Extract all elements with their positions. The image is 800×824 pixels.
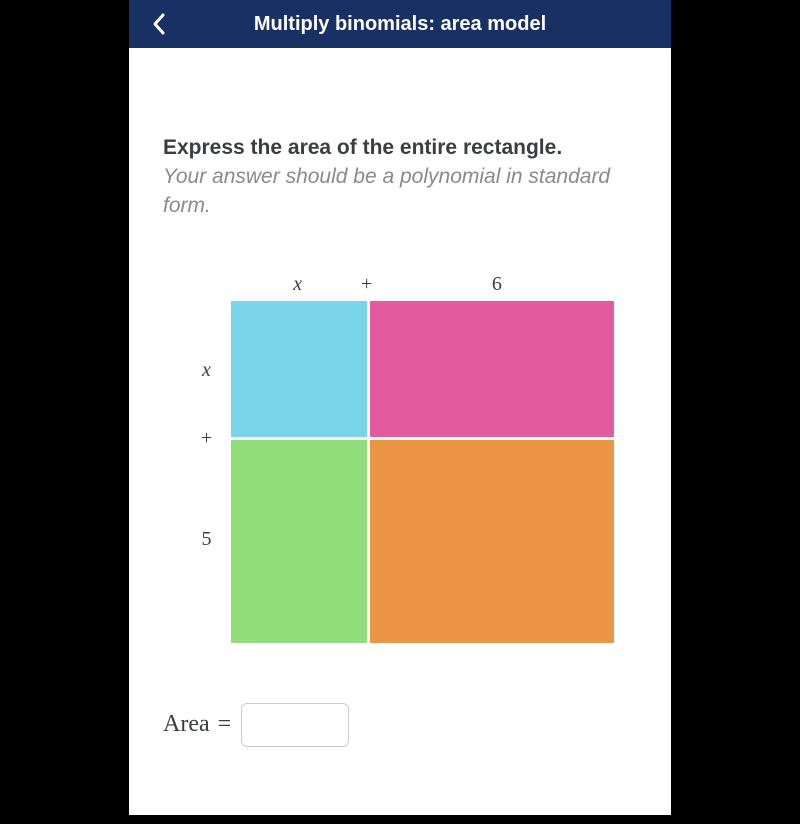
row-label-5: 5: [183, 438, 231, 641]
row-label-x: x: [183, 302, 231, 438]
question-prompt: Express the area of the entire rectangle…: [163, 134, 637, 161]
answer-input[interactable]: [241, 703, 349, 747]
rectangle-grid: [231, 301, 614, 643]
cell-bottom-left: [231, 440, 367, 643]
area-model-diagram: x + 6 x + 5: [163, 273, 637, 643]
col-label-6: 6: [376, 273, 617, 301]
grid-area: x + 5: [183, 301, 618, 643]
cell-bottom-right: [370, 440, 614, 643]
chevron-left-icon: [151, 12, 167, 36]
diagram-container: x + 6 x + 5: [183, 273, 618, 643]
app-frame: Multiply binomials: area model Express t…: [129, 0, 671, 815]
cell-top-right: [370, 301, 614, 437]
area-label: Area: [163, 711, 210, 738]
answer-row: Area =: [163, 703, 637, 747]
cell-top-left: [231, 301, 367, 437]
row-labels: x + 5: [183, 301, 231, 643]
column-labels: x + 6: [231, 273, 618, 301]
back-button[interactable]: [145, 10, 173, 38]
equals-sign: =: [218, 711, 232, 738]
header-bar: Multiply binomials: area model: [129, 0, 671, 48]
question-subtext: Your answer should be a polynomial in st…: [163, 163, 637, 220]
question-block: Express the area of the entire rectangle…: [163, 134, 637, 220]
col-label-plus: +: [361, 273, 372, 301]
header-title: Multiply binomials: area model: [145, 13, 655, 36]
content-area: Express the area of the entire rectangle…: [129, 48, 671, 815]
col-label-x: x: [231, 273, 365, 301]
